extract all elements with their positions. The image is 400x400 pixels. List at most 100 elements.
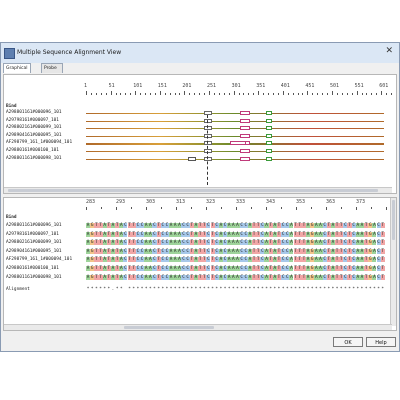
top-ruler-minor-tick	[154, 93, 156, 95]
bottom-ruler-tick	[266, 207, 267, 210]
graphical-overview-panel: 151101151201251301351401451501551601651 …	[3, 74, 397, 194]
top-ruler-minor-tick	[282, 91, 284, 95]
top-ruler-minor-tick	[322, 93, 324, 95]
top-ruler-minor-tick	[238, 93, 240, 95]
top-ruler-minor-tick	[90, 93, 92, 95]
top-ruler-minor-tick	[327, 93, 329, 95]
top-ruler-minor-tick	[272, 93, 274, 95]
top-ruler-tick-label: 451	[305, 83, 315, 89]
alignment-window: Multiple Sequence Alignment View ✕ Graph…	[0, 42, 400, 352]
probe-region-box[interactable]	[266, 149, 272, 153]
sequence-track[interactable]	[86, 151, 384, 153]
top-sequence-label[interactable]: A298802161#000099_101	[6, 125, 62, 130]
probe-region-box[interactable]	[266, 118, 272, 123]
sequence-track[interactable]	[86, 120, 384, 122]
probe-region-box[interactable]	[240, 133, 250, 138]
top-ruler-minor-tick	[297, 93, 299, 95]
position-marker	[207, 115, 209, 185]
bottom-ruler-tick	[326, 207, 327, 210]
top-sequence-label[interactable]: A298904161#000095_101	[6, 133, 62, 138]
bottom-ruler-tick-label: 373	[356, 199, 366, 205]
top-ruler-minor-tick	[100, 93, 102, 95]
ok-button[interactable]: OK	[333, 337, 363, 347]
top-ruler-minor-tick	[194, 93, 196, 95]
bottom-sequence-label[interactable]: A298802161#000099_101	[6, 240, 62, 245]
base-cell: T	[380, 248, 385, 254]
top-ruler-tick-label: 1	[84, 83, 88, 89]
top-ruler-minor-tick	[184, 91, 186, 95]
top-sequence-label[interactable]: A298801161#000098_101	[6, 156, 62, 161]
bottom-ruler-tick	[236, 207, 237, 210]
top-ruler-minor-tick	[292, 93, 294, 95]
top-ruler-minor-tick	[268, 93, 270, 95]
bottom-scroll-thumb[interactable]	[124, 326, 214, 329]
sequence-track[interactable]	[86, 128, 384, 130]
bottom-ruler-tick	[146, 207, 147, 210]
top-ruler-minor-tick	[307, 91, 309, 95]
bottom-ruler-tick-label: 293	[116, 199, 126, 205]
top-ruler-minor-tick	[376, 93, 378, 95]
top-ruler-minor-tick	[218, 93, 220, 95]
top-ruler-minor-tick	[302, 93, 304, 95]
bottom-sequence-label[interactable]: A298904161#000095_101	[6, 249, 62, 254]
probe-region-box[interactable]	[240, 111, 250, 115]
top-sequence-label[interactable]: AF298799_161_1#000094_101	[6, 140, 72, 145]
bottom-sequence-label[interactable]: A29798161#000097_101	[6, 232, 59, 237]
probe-region-box[interactable]	[230, 141, 246, 146]
top-sequence-label[interactable]: A29880161#000100_101	[6, 148, 59, 153]
bottom-sequence-label[interactable]: A29880161#000100_101	[6, 266, 59, 271]
top-ruler-tick-label: 401	[280, 83, 290, 89]
top-sequence-label[interactable]: A29798161#000097_101	[6, 118, 59, 123]
top-ruler-tick-label: 151	[157, 83, 167, 89]
bottom-vertical-scrollbar[interactable]	[390, 198, 396, 326]
base-cell: T	[380, 274, 385, 280]
bottom-vscroll-thumb[interactable]	[392, 200, 395, 240]
bottom-sequence-label[interactable]: A298801161#000096_101	[6, 223, 62, 228]
probe-region-box[interactable]	[240, 156, 250, 161]
bottom-ruler-tick-label: 303	[146, 199, 156, 205]
top-ruler-minor-tick	[140, 93, 142, 95]
top-ruler-tick-label: 51	[108, 83, 115, 89]
base-cell: T	[380, 266, 385, 271]
top-ruler-minor-tick	[381, 91, 383, 95]
sequence-track[interactable]	[86, 158, 384, 160]
top-scroll-thumb[interactable]	[8, 189, 378, 192]
tab-probe-details[interactable]: Probe Details	[41, 63, 63, 80]
top-ruler-minor-tick	[110, 91, 112, 95]
top-ruler-tick-label: 251	[207, 83, 217, 89]
top-ruler-tick-label: 201	[182, 83, 192, 89]
probe-region-box[interactable]	[266, 133, 272, 138]
top-ruler-minor-tick	[332, 91, 333, 95]
tab-graphical-view[interactable]: Graphical View	[3, 63, 31, 80]
top-ruler-minor-tick	[115, 93, 117, 95]
bottom-sequence-label[interactable]: AF298799_161_1#000094_101	[6, 257, 72, 262]
bottom-ruler-tick	[116, 207, 117, 210]
probe-region-box[interactable]	[266, 111, 272, 115]
probe-region-box[interactable]	[240, 149, 250, 153]
bottom-sequence-label[interactable]: A298801161#000098_101	[6, 275, 62, 280]
probe-region-box[interactable]	[240, 118, 250, 123]
top-sequence-label[interactable]: A298801161#000096_101	[6, 110, 62, 115]
probe-region-box[interactable]	[266, 156, 272, 161]
top-ruler-minor-tick	[95, 93, 97, 95]
bottom-ruler-tick	[206, 207, 207, 210]
alignment-mark: *	[381, 287, 384, 292]
top-ruler-minor-tick	[199, 93, 201, 95]
top-horizontal-scrollbar[interactable]	[4, 187, 392, 193]
bottom-ruler-tick	[296, 207, 297, 210]
sequence-track[interactable]	[86, 113, 384, 115]
bottom-ruler-tick	[131, 207, 132, 209]
sequence-track[interactable]	[86, 135, 384, 138]
top-ruler-minor-tick	[159, 91, 161, 95]
probe-region-box[interactable]	[240, 126, 250, 131]
probe-region-box[interactable]	[188, 156, 196, 161]
top-ruler-minor-tick	[223, 93, 225, 95]
probe-region-box[interactable]	[266, 141, 272, 146]
top-ruler-minor-tick	[228, 93, 230, 95]
close-icon[interactable]: ✕	[385, 46, 393, 56]
probe-region-box[interactable]	[266, 126, 272, 131]
top-ruler-minor-tick	[179, 93, 181, 95]
help-button[interactable]: Help	[366, 337, 396, 347]
bottom-horizontal-scrollbar[interactable]	[4, 324, 392, 330]
bottom-ruler-tick	[341, 207, 342, 209]
